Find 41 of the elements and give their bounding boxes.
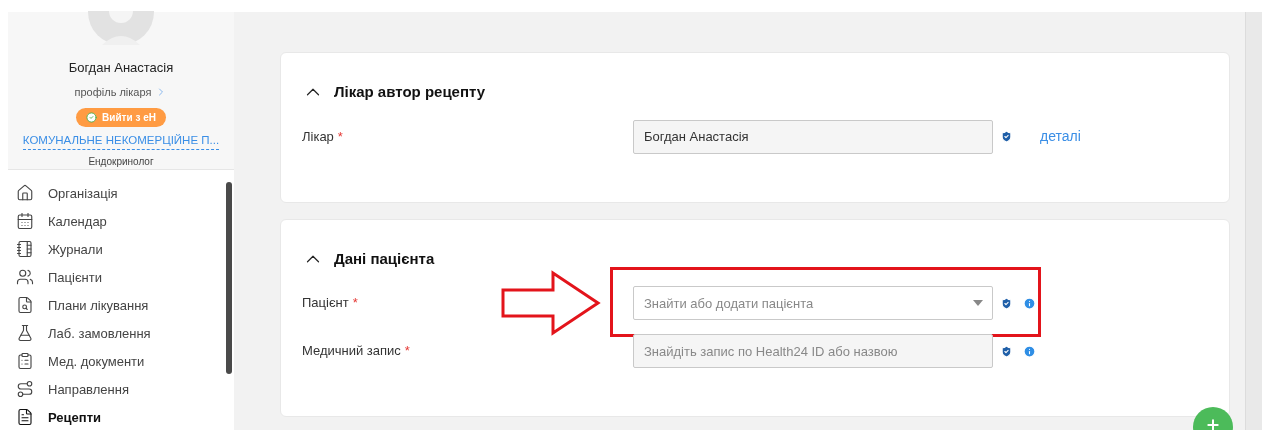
nav-item[interactable]: Мед. документи [8,347,216,376]
shield-icon [1000,296,1013,310]
notebook-icon [16,240,34,259]
info-icon[interactable] [1023,296,1036,310]
required-mark: * [404,342,410,361]
scrollbar[interactable] [226,182,232,374]
document-icon [16,408,34,427]
users-icon [16,268,34,287]
required-mark: * [337,127,343,146]
input-field[interactable]: Знайдіть запис по Health24 ID або назвою [633,334,993,368]
doctor-name: Богдан Анастасія [68,59,174,77]
details-link[interactable]: деталі [1040,126,1081,147]
nav-item[interactable]: Плани лікування [8,291,216,320]
shield-icon [1000,130,1013,143]
section-header[interactable]: Дані пацієнта [302,247,1208,270]
input-field[interactable]: Богдан Анастасія [633,119,993,154]
nav-item[interactable]: Рецепти [8,403,216,430]
nav-item[interactable]: Організація [8,179,216,208]
section-header[interactable]: Лікар автор рецепту [302,81,1208,104]
info-icon[interactable] [1023,344,1036,358]
calendar-icon [16,212,34,231]
plus-icon [1205,417,1221,430]
patient-dropdown[interactable]: Знайти або додати пацієнта [633,286,993,320]
check-icon [86,112,98,123]
nav-item[interactable]: Направлення [8,375,216,404]
field-label: Лікар [302,127,334,146]
profile-link[interactable]: профіль лікаря [74,83,168,100]
house-icon [16,184,34,203]
nav-item[interactable]: Пацієнти [8,263,216,292]
nav-item[interactable]: Лаб. замовлення [8,319,216,348]
flask-icon [16,324,34,343]
document-search-icon [16,296,34,315]
specialty-label: Ендокринолог [88,155,154,170]
nav-item[interactable]: Календар [8,207,216,236]
shield-icon [1000,344,1013,358]
required-mark: * [352,294,358,313]
field-label: Медичний запис [302,342,401,361]
route-icon [16,380,34,399]
nav-item[interactable]: Журнали [8,235,216,264]
field-label: Пацієнт [302,294,349,313]
clipboard-icon [16,352,34,371]
